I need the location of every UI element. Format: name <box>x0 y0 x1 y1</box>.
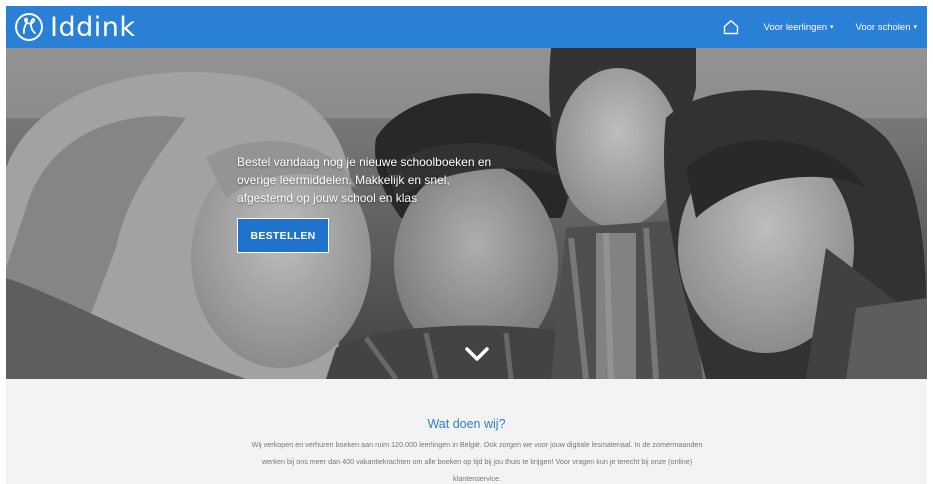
hero-photo-students <box>6 48 927 379</box>
brand-name: Iddink <box>50 11 136 43</box>
chevron-down-icon: ▾ <box>830 24 834 31</box>
brand-home-link[interactable]: Iddink <box>14 12 136 43</box>
chevron-down-icon: ▾ <box>913 24 917 31</box>
about-section: Wat doen wij? Wij verkopen en verhuren b… <box>6 379 927 484</box>
nav-voor-leerlingen[interactable]: Voor leerlingen ▾ <box>764 22 834 33</box>
nav-voor-leerlingen-label: Voor leerlingen <box>763 21 828 33</box>
section-title: Wat doen wij? <box>427 417 506 431</box>
hero-banner: Bestel vandaag nog je nieuwe schoolboeke… <box>6 48 927 379</box>
section-body: Wij verkopen en verhuren boeken aan ruim… <box>251 440 703 483</box>
top-navigation-bar: Iddink Voor leerlingen ▾ Voor scholen ▾ <box>6 6 927 48</box>
iddink-logo-icon <box>15 13 43 41</box>
nav-voor-scholen[interactable]: Voor scholen ▾ <box>856 22 917 33</box>
home-icon[interactable] <box>722 18 740 36</box>
nav-voor-scholen-label: Voor scholen <box>855 21 911 33</box>
chevron-down-icon[interactable] <box>464 346 490 362</box>
order-button[interactable]: BESTELLEN <box>237 218 329 253</box>
hero-text: Bestel vandaag nog je nieuwe schoolboeke… <box>237 155 492 205</box>
main-nav: Voor leerlingen ▾ Voor scholen ▾ <box>722 6 927 48</box>
